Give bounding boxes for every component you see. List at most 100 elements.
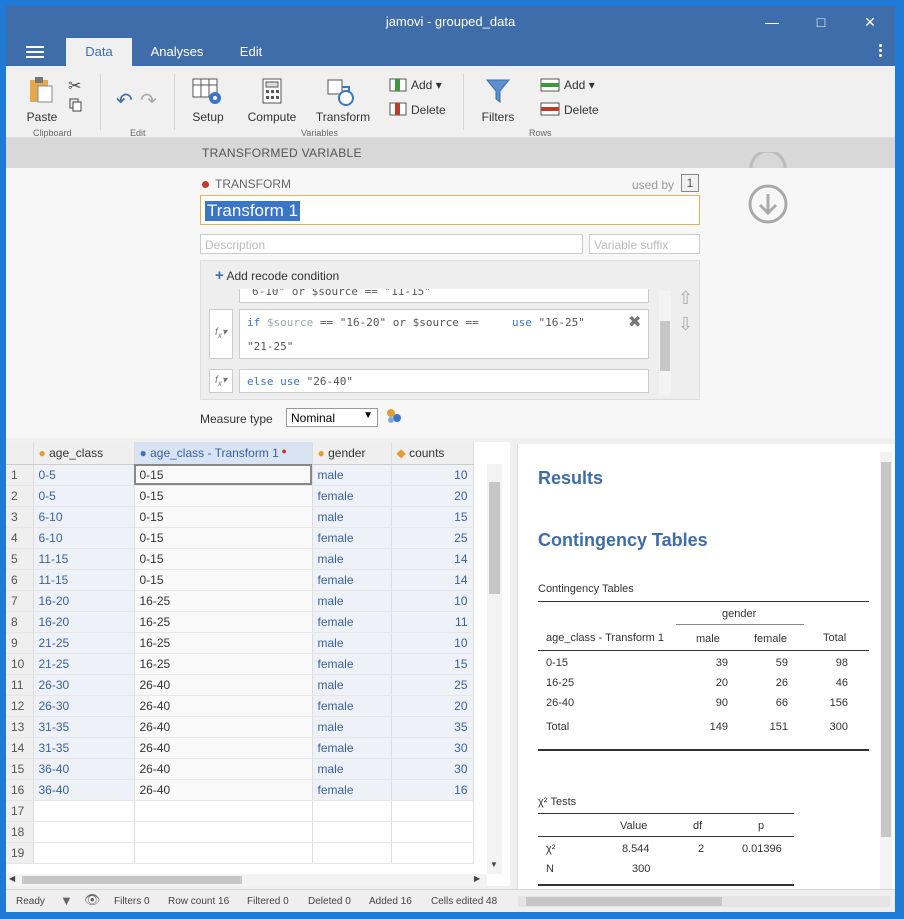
table-cell[interactable]: 20 bbox=[391, 695, 474, 717]
table-cell[interactable]: male bbox=[312, 716, 392, 738]
table-cell[interactable]: 0-15 bbox=[134, 506, 313, 528]
column-header-age-class[interactable]: ● age_class bbox=[33, 442, 135, 465]
table-cell[interactable]: 26-40 bbox=[134, 695, 313, 717]
table-cell[interactable] bbox=[33, 842, 135, 864]
transform-name-input[interactable]: Transform 1 bbox=[200, 195, 700, 225]
table-row[interactable]: 5 11-15 0-15 male 14 bbox=[6, 548, 474, 570]
minimize-button[interactable]: — bbox=[752, 10, 792, 34]
data-grid[interactable]: ● age_class ● age_class - Transform 1 ● … bbox=[6, 442, 510, 886]
table-row[interactable]: 8 16-20 16-25 female 11 bbox=[6, 611, 474, 633]
condition-else-row[interactable]: else use "26-40" bbox=[239, 369, 649, 393]
table-row[interactable]: 16 36-40 26-40 female 16 bbox=[6, 779, 474, 801]
compute-icon[interactable] bbox=[262, 78, 282, 104]
table-cell[interactable]: male bbox=[312, 464, 392, 486]
table-cell[interactable]: 30 bbox=[391, 737, 474, 759]
table-cell[interactable] bbox=[134, 821, 313, 843]
transform-button[interactable]: Transform bbox=[312, 110, 374, 124]
table-cell[interactable] bbox=[391, 842, 474, 864]
table-cell[interactable] bbox=[134, 842, 313, 864]
empty-row[interactable]: 18 bbox=[6, 821, 474, 843]
table-row[interactable]: 1 0-5 0-15 male 10 bbox=[6, 464, 474, 486]
table-cell[interactable]: 16 bbox=[391, 779, 474, 801]
table-cell[interactable]: 0-15 bbox=[134, 548, 313, 570]
add-recode-condition-button[interactable]: + Add recode condition bbox=[215, 267, 339, 284]
table-cell[interactable]: 14 bbox=[391, 569, 474, 591]
filter-icon[interactable] bbox=[486, 78, 510, 104]
table-cell[interactable]: 26-30 bbox=[33, 674, 135, 696]
table-cell[interactable]: 31-35 bbox=[33, 716, 135, 738]
table-cell[interactable]: male bbox=[312, 632, 392, 654]
table-row[interactable]: 11 26-30 26-40 male 25 bbox=[6, 674, 474, 696]
table-cell[interactable] bbox=[391, 821, 474, 843]
tab-edit[interactable]: Edit bbox=[228, 38, 274, 66]
delete-variable-button[interactable]: Delete bbox=[411, 103, 446, 117]
table-cell[interactable]: 16-20 bbox=[33, 590, 135, 612]
results-scrollbar[interactable] bbox=[880, 452, 892, 889]
table-cell[interactable]: 16-20 bbox=[33, 611, 135, 633]
table-cell[interactable]: 11 bbox=[391, 611, 474, 633]
tab-analyses[interactable]: Analyses bbox=[142, 38, 212, 66]
table-cell[interactable]: male bbox=[312, 548, 392, 570]
compute-button[interactable]: Compute bbox=[244, 110, 300, 124]
filters-button[interactable]: Filters bbox=[480, 110, 516, 124]
transform-icon[interactable] bbox=[326, 78, 356, 106]
filter-status-icon[interactable]: ▼ bbox=[60, 893, 73, 908]
conditions-scrollbar[interactable] bbox=[659, 291, 671, 395]
table-cell[interactable]: 20 bbox=[391, 485, 474, 507]
table-row[interactable]: 14 31-35 26-40 female 30 bbox=[6, 737, 474, 759]
maximize-button[interactable]: □ bbox=[801, 10, 841, 34]
empty-row[interactable]: 19 bbox=[6, 842, 474, 864]
delete-row-button[interactable]: Delete bbox=[564, 103, 599, 117]
cut-icon[interactable]: ✂ bbox=[68, 76, 81, 96]
table-cell[interactable]: 26-40 bbox=[134, 779, 313, 801]
table-cell[interactable]: 16-25 bbox=[134, 611, 313, 633]
close-button[interactable]: ✕ bbox=[850, 10, 890, 34]
variable-suffix-input[interactable]: Variable suffix bbox=[589, 234, 700, 254]
description-input[interactable]: Description bbox=[200, 234, 583, 254]
add-variable-button[interactable]: Add ▾ bbox=[411, 78, 442, 92]
table-cell[interactable]: 25 bbox=[391, 527, 474, 549]
table-row[interactable]: 15 36-40 26-40 male 30 bbox=[6, 758, 474, 780]
move-up-icon[interactable]: ⇧ bbox=[678, 288, 693, 309]
table-cell[interactable]: 16-25 bbox=[134, 653, 313, 675]
move-down-icon[interactable]: ⇩ bbox=[678, 314, 693, 335]
add-row-icon[interactable] bbox=[540, 78, 560, 92]
table-cell[interactable]: 35 bbox=[391, 716, 474, 738]
table-cell[interactable]: 0-15 bbox=[134, 464, 313, 486]
table-cell[interactable]: female bbox=[312, 695, 392, 717]
table-cell[interactable]: 15 bbox=[391, 653, 474, 675]
used-by-count[interactable]: 1 bbox=[681, 174, 699, 192]
redo-icon[interactable]: ↷ bbox=[140, 88, 157, 113]
table-cell[interactable]: 21-25 bbox=[33, 653, 135, 675]
hamburger-menu-icon[interactable] bbox=[26, 46, 44, 59]
table-row[interactable]: 3 6-10 0-15 male 15 bbox=[6, 506, 474, 528]
table-cell[interactable]: 16-25 bbox=[134, 632, 313, 654]
column-header-counts[interactable]: ◆ counts bbox=[391, 442, 474, 465]
table-cell[interactable]: 0-5 bbox=[33, 485, 135, 507]
table-cell[interactable]: 0-15 bbox=[134, 527, 313, 549]
table-row[interactable]: 2 0-5 0-15 female 20 bbox=[6, 485, 474, 507]
table-cell[interactable]: female bbox=[312, 779, 392, 801]
table-cell[interactable]: female bbox=[312, 527, 392, 549]
condition-if-row[interactable]: if $source == "16-20" or $source == "21-… bbox=[239, 309, 649, 359]
results-horizontal-scrollbar[interactable] bbox=[518, 896, 890, 907]
table-cell[interactable]: male bbox=[312, 506, 392, 528]
remove-condition-icon[interactable]: ✖ bbox=[628, 312, 641, 331]
table-row[interactable]: 4 6-10 0-15 female 25 bbox=[6, 527, 474, 549]
table-cell[interactable]: 14 bbox=[391, 548, 474, 570]
table-cell[interactable] bbox=[312, 842, 392, 864]
table-cell[interactable]: 10 bbox=[391, 632, 474, 654]
grid-vertical-scrollbar[interactable]: ▼ bbox=[487, 464, 502, 874]
table-cell[interactable]: 30 bbox=[391, 758, 474, 780]
table-cell[interactable] bbox=[134, 800, 313, 822]
delete-variable-icon[interactable] bbox=[389, 102, 407, 116]
tab-data[interactable]: Data bbox=[66, 38, 132, 66]
collapse-up-icon[interactable] bbox=[748, 152, 788, 168]
paste-button[interactable]: Paste bbox=[24, 110, 60, 124]
table-cell[interactable]: 31-35 bbox=[33, 737, 135, 759]
table-cell[interactable]: 26-30 bbox=[33, 695, 135, 717]
table-cell[interactable]: 0-15 bbox=[134, 485, 313, 507]
table-cell[interactable] bbox=[33, 821, 135, 843]
table-cell[interactable] bbox=[312, 821, 392, 843]
table-cell[interactable]: 0-15 bbox=[134, 569, 313, 591]
